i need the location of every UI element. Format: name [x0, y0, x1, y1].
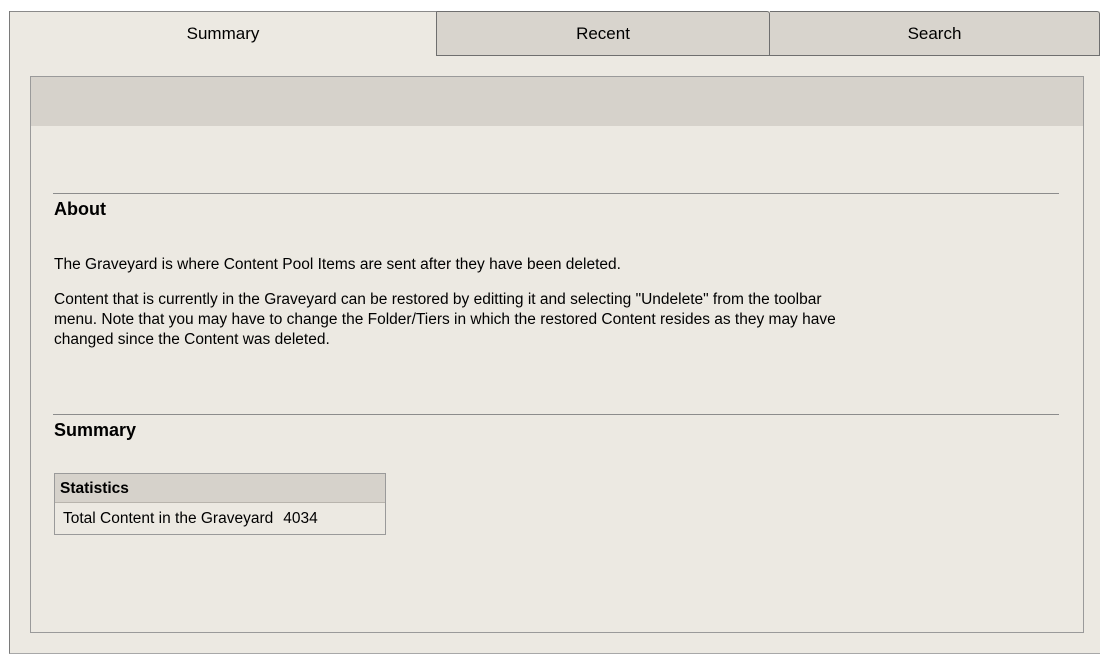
- table-row: Total Content in the Graveyard 4034: [55, 503, 385, 534]
- about-paragraph-2-line-1: Content that is currently in the Graveya…: [54, 291, 822, 308]
- graveyard-window: Summary Recent Search About The Graveyar…: [9, 11, 1100, 654]
- stat-label: Total Content in the Graveyard: [63, 510, 274, 527]
- tab-recent-label: Recent: [576, 23, 630, 43]
- about-paragraph-2-line-3: changed since the Content was deleted.: [54, 331, 330, 348]
- tab-search[interactable]: Search: [770, 11, 1100, 56]
- panel-header-bar: [31, 77, 1083, 126]
- summary-panel: About The Graveyard is where Content Poo…: [30, 76, 1084, 633]
- about-heading: About: [54, 199, 106, 219]
- about-paragraph-2-line-2: menu. Note that you may have to change t…: [54, 311, 836, 328]
- stat-value: 4034: [283, 510, 318, 527]
- tab-bar: Summary Recent Search: [10, 11, 1100, 56]
- about-divider: [53, 193, 1059, 194]
- tab-summary-label: Summary: [186, 24, 260, 43]
- tab-summary[interactable]: Summary: [10, 11, 437, 56]
- tab-search-label: Search: [907, 23, 962, 43]
- summary-divider: [53, 414, 1059, 415]
- tab-recent[interactable]: Recent: [437, 11, 770, 56]
- statistics-table-header: Statistics: [55, 474, 385, 503]
- statistics-table: Statistics Total Content in the Graveyar…: [54, 473, 386, 535]
- about-paragraph-1: The Graveyard is where Content Pool Item…: [54, 256, 621, 273]
- summary-heading: Summary: [54, 420, 137, 440]
